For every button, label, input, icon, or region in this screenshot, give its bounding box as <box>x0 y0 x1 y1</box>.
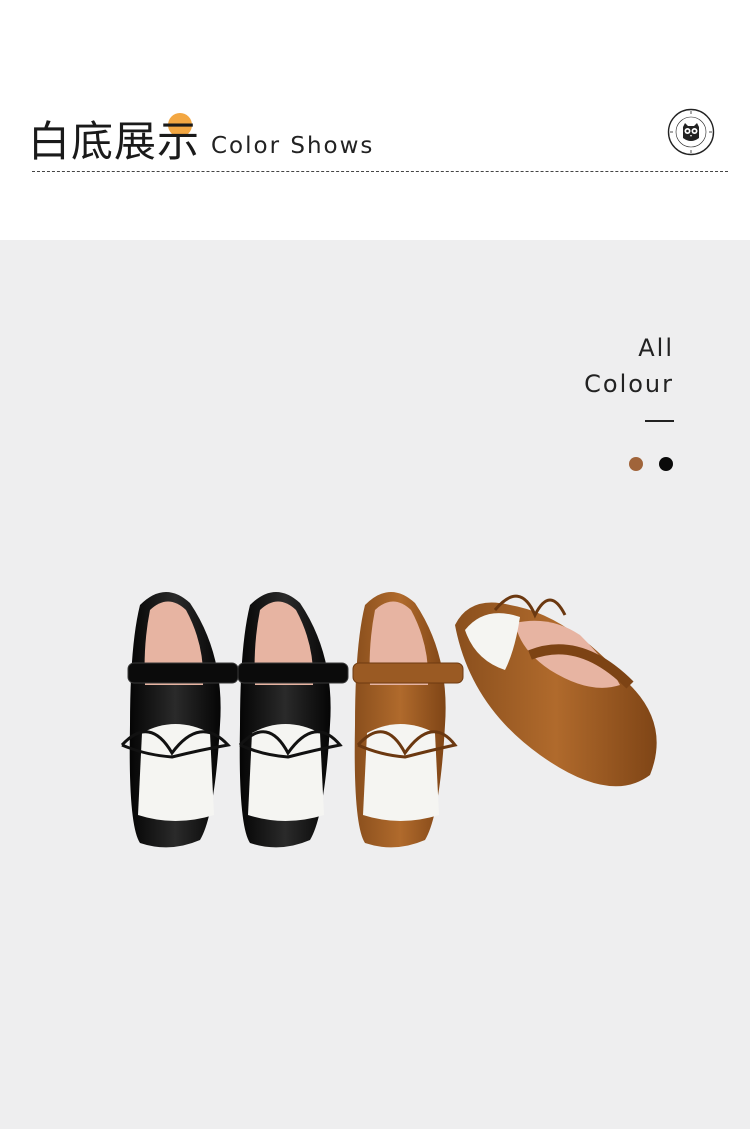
swatch-black[interactable] <box>659 457 673 471</box>
shoes-photo <box>120 591 657 848</box>
page-title-english: Color Shows <box>211 133 375 159</box>
header-section: 白底展示 Color Shows <box>0 0 750 240</box>
short-divider <box>645 420 674 422</box>
mr-baby-owl-logo-icon <box>667 108 715 156</box>
all-colour-label: All Colour <box>584 330 674 402</box>
swatch-brown[interactable] <box>629 457 643 471</box>
black-shoe-right <box>237 591 349 848</box>
dashed-divider <box>32 171 728 172</box>
black-shoe-left <box>120 591 239 848</box>
label-line-all: All <box>638 334 674 362</box>
label-line-colour: Colour <box>584 370 674 398</box>
brown-shoe-front <box>352 591 464 848</box>
product-stage: All Colour <box>0 240 750 1129</box>
page-title-chinese: 白底展示 <box>28 117 201 166</box>
brown-shoe-side <box>455 594 657 787</box>
